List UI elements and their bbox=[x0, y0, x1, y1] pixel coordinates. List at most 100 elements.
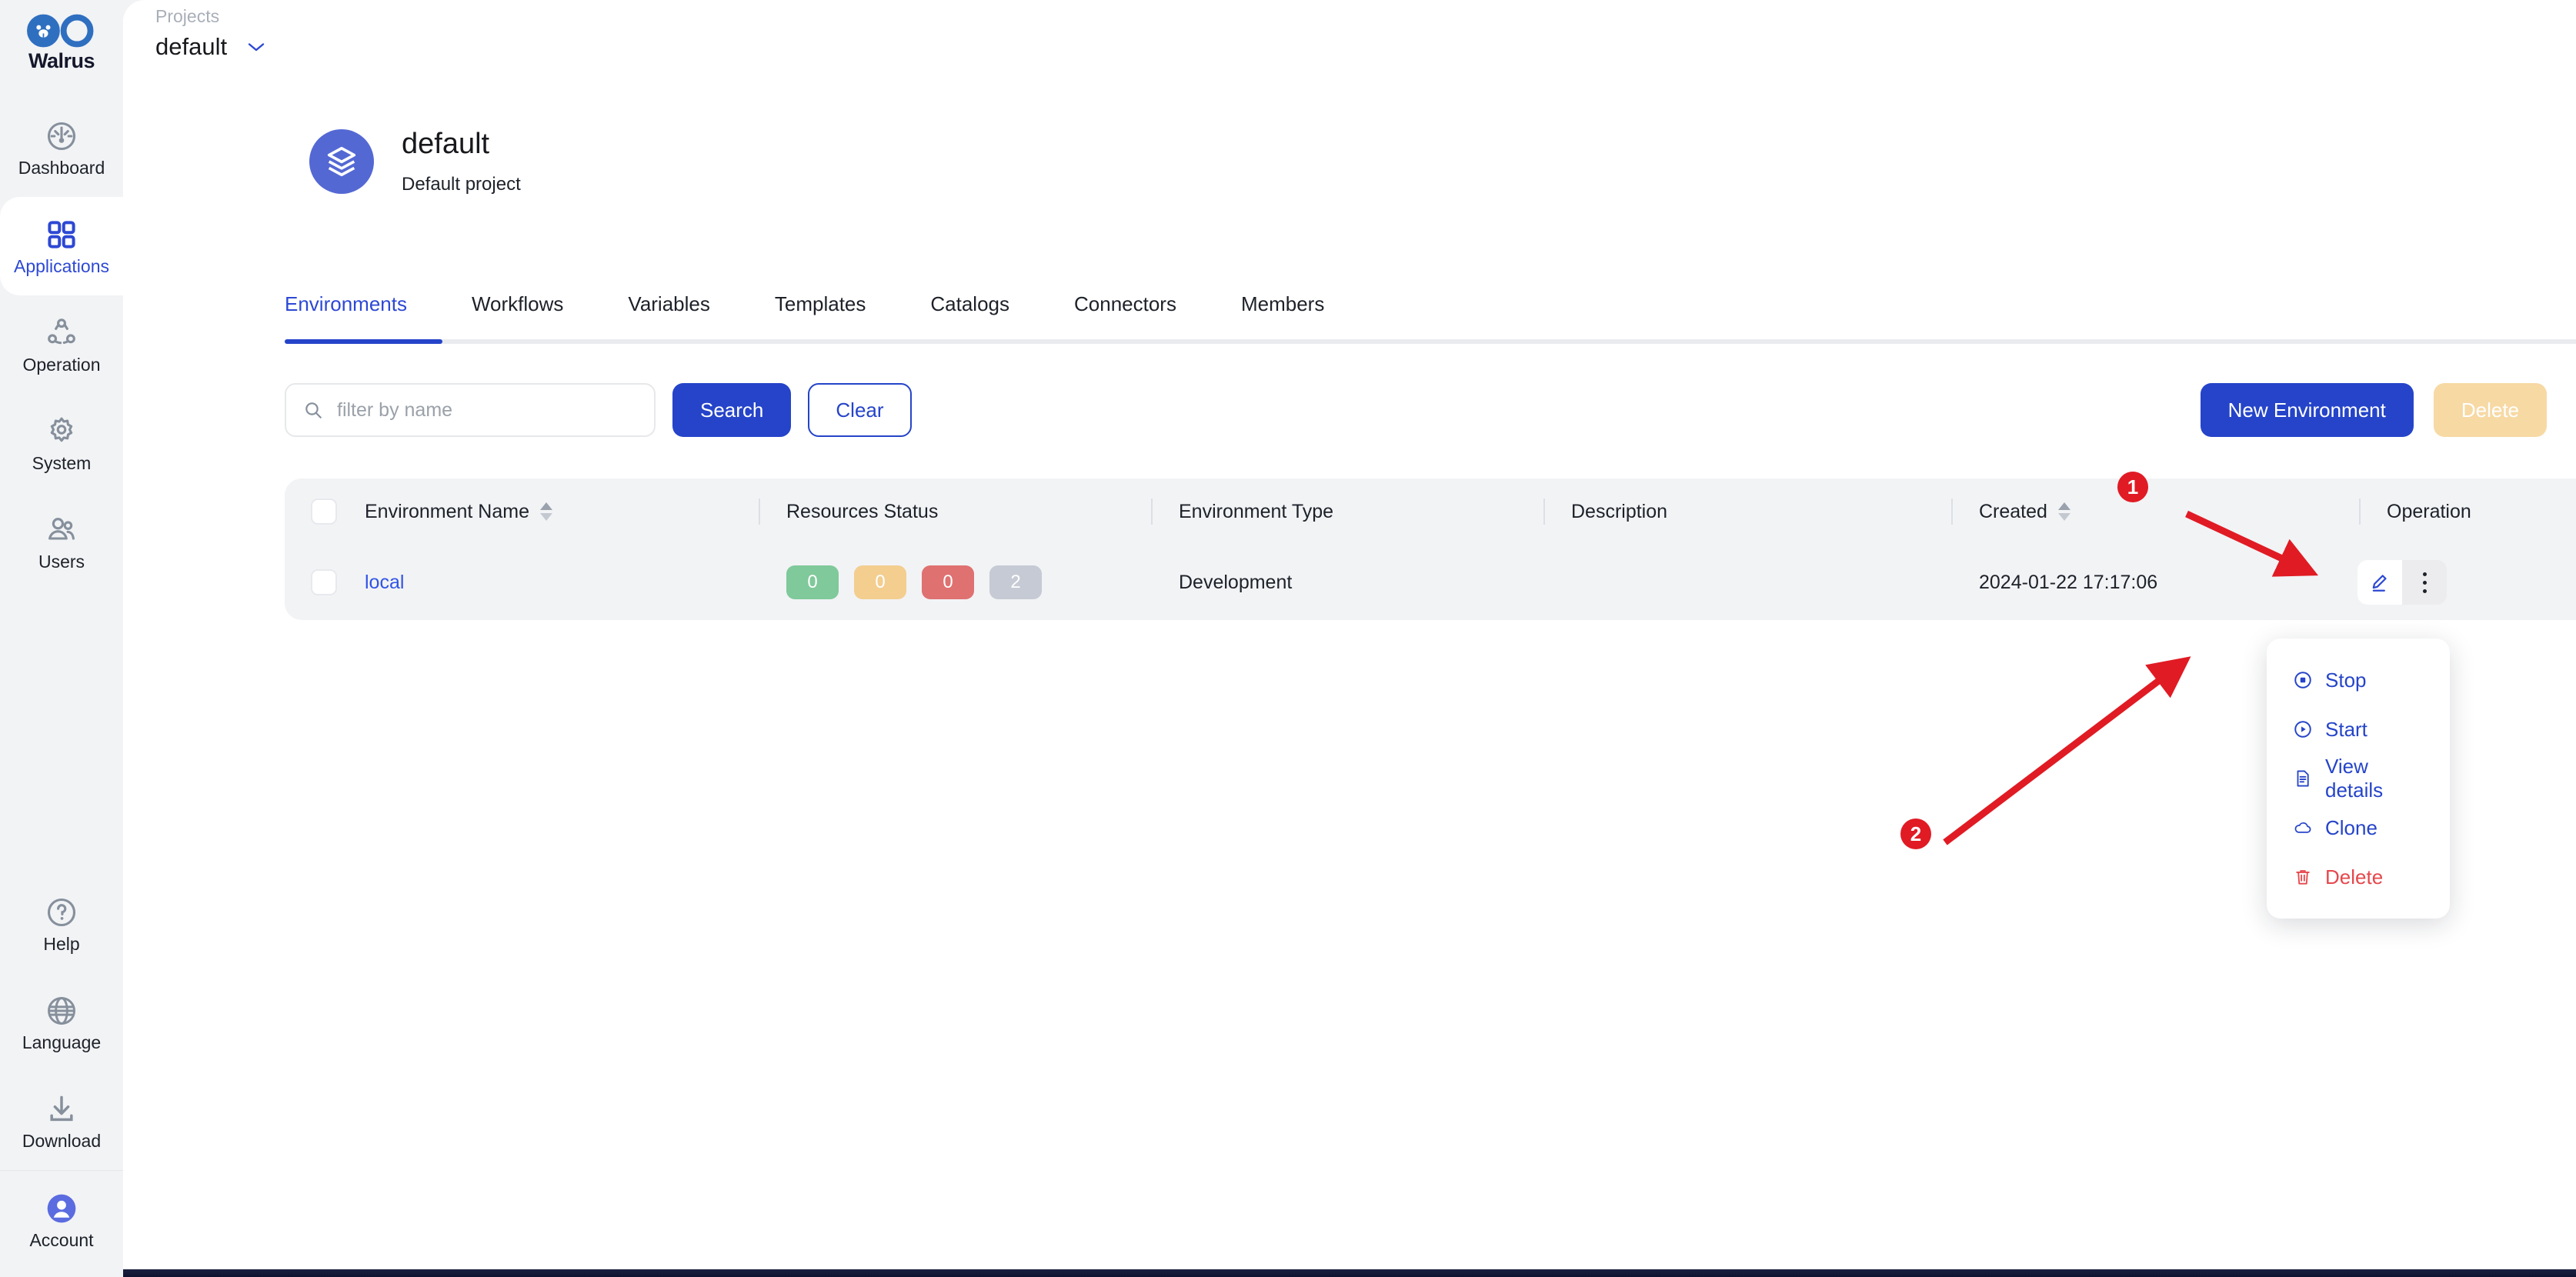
sidebar-item-operation[interactable]: Operation bbox=[0, 295, 123, 394]
page-title: default bbox=[402, 128, 490, 160]
status-badge-error: 0 bbox=[922, 565, 974, 599]
created-value: 2024-01-22 17:17:06 bbox=[1979, 571, 2158, 593]
sidebar-item-label: Applications bbox=[13, 255, 110, 276]
sidebar-item-system[interactable]: System bbox=[0, 394, 123, 492]
status-badge-running: 0 bbox=[786, 565, 839, 599]
sort-toggle-icon[interactable] bbox=[2057, 502, 2070, 521]
sidebar-item-label: Account bbox=[29, 1229, 94, 1250]
account-avatar-icon bbox=[47, 1194, 76, 1222]
more-actions-button[interactable] bbox=[2402, 560, 2447, 605]
brand-logo[interactable]: Walrus bbox=[0, 6, 123, 80]
column-operation: Operation bbox=[2359, 501, 2576, 523]
row-checkbox[interactable] bbox=[311, 569, 337, 595]
more-vertical-icon bbox=[2422, 572, 2427, 593]
status-badge-inactive: 2 bbox=[989, 565, 1042, 599]
column-header-label: Resources Status bbox=[786, 500, 939, 522]
question-circle-icon bbox=[47, 898, 76, 926]
sidebar-item-help[interactable]: Help bbox=[0, 875, 123, 973]
tab-variables[interactable]: Variables bbox=[628, 292, 709, 339]
search-input[interactable] bbox=[337, 398, 637, 422]
play-circle-icon bbox=[2294, 721, 2311, 738]
menu-item-label: Start bbox=[2325, 717, 2367, 741]
tabs: Environments Workflows Variables Templat… bbox=[285, 292, 2576, 344]
column-header-label: Environment Name bbox=[365, 500, 529, 522]
users-icon bbox=[48, 517, 75, 540]
download-icon bbox=[50, 1095, 73, 1121]
status-badge-warning: 0 bbox=[854, 565, 906, 599]
tab-connectors[interactable]: Connectors bbox=[1074, 292, 1176, 339]
sidebar-item-download[interactable]: Download bbox=[0, 1072, 123, 1170]
sidebar: Walrus Dashboard Applications Operation … bbox=[0, 0, 123, 1277]
tab-environments[interactable]: Environments bbox=[285, 292, 407, 339]
column-created[interactable]: Created bbox=[1951, 501, 2359, 523]
sidebar-item-label: Operation bbox=[22, 354, 101, 375]
app-root: Walrus Dashboard Applications Operation … bbox=[0, 0, 2576, 1277]
sidebar-item-language[interactable]: Language bbox=[0, 973, 123, 1072]
column-resources-status: Resources Status bbox=[759, 501, 1151, 523]
operation-icon bbox=[48, 318, 75, 344]
page-subtitle: Default project bbox=[402, 174, 521, 195]
column-header-label: Operation bbox=[2387, 500, 2471, 522]
environments-table: Environment Name Resources Status Enviro… bbox=[285, 478, 2576, 620]
breadcrumb: Projects default bbox=[155, 8, 265, 58]
row-operations bbox=[2357, 560, 2447, 605]
walrus-infinity-icon bbox=[27, 14, 94, 47]
pencil-icon bbox=[2372, 575, 2387, 592]
menu-item-start[interactable]: Start bbox=[2267, 705, 2450, 754]
cell-environment-type: Development bbox=[1151, 572, 1543, 594]
sidebar-item-label: Dashboard bbox=[18, 157, 105, 178]
sidebar-item-label: Language bbox=[22, 1032, 102, 1052]
select-all-cell bbox=[297, 498, 351, 525]
sidebar-item-label: System bbox=[32, 452, 92, 473]
tab-catalogs[interactable]: Catalogs bbox=[930, 292, 1009, 339]
stop-circle-icon bbox=[2294, 672, 2311, 689]
tab-workflows[interactable]: Workflows bbox=[472, 292, 563, 339]
globe-icon bbox=[48, 996, 75, 1025]
column-environment-name[interactable]: Environment Name bbox=[351, 501, 759, 523]
row-context-menu: Stop Start View details Clone Delete bbox=[2267, 638, 2450, 919]
edit-button[interactable] bbox=[2357, 560, 2402, 605]
tab-templates[interactable]: Templates bbox=[775, 292, 866, 339]
menu-item-clone[interactable]: Clone bbox=[2267, 803, 2450, 852]
table-header-row: Environment Name Resources Status Enviro… bbox=[285, 478, 2576, 545]
menu-item-stop[interactable]: Stop bbox=[2267, 655, 2450, 705]
sort-toggle-icon[interactable] bbox=[539, 502, 552, 521]
column-header-label: Description bbox=[1571, 500, 1668, 522]
gear-icon bbox=[50, 417, 73, 442]
tab-members[interactable]: Members bbox=[1241, 292, 1324, 339]
avatar bbox=[309, 129, 374, 194]
dashboard-icon bbox=[47, 122, 76, 150]
sidebar-item-label: Users bbox=[38, 551, 85, 572]
menu-item-label: Clone bbox=[2325, 815, 2377, 839]
column-header-label: Created bbox=[1979, 500, 2047, 522]
sidebar-item-label: Download bbox=[22, 1130, 102, 1151]
document-icon bbox=[2297, 770, 2309, 787]
chevron-down-icon bbox=[248, 42, 265, 51]
clear-button[interactable]: Clear bbox=[808, 383, 912, 437]
trash-icon bbox=[2296, 870, 2310, 885]
sidebar-item-applications[interactable]: Applications bbox=[0, 197, 123, 295]
sidebar-item-account[interactable]: Account bbox=[0, 1171, 123, 1269]
select-all-checkbox[interactable] bbox=[311, 498, 337, 525]
search-icon bbox=[305, 402, 322, 418]
sidebar-nav: Dashboard Applications Operation System … bbox=[0, 98, 123, 591]
sidebar-item-dashboard[interactable]: Dashboard bbox=[0, 98, 123, 197]
delete-button[interactable]: Delete bbox=[2433, 383, 2547, 437]
filter-toolbar: Search Clear bbox=[285, 383, 912, 437]
tabs-underline bbox=[285, 339, 2576, 344]
new-environment-button[interactable]: New Environment bbox=[2200, 383, 2414, 437]
tab-active-indicator bbox=[285, 339, 442, 344]
menu-item-delete[interactable]: Delete bbox=[2267, 852, 2450, 902]
cell-environment-name: local bbox=[351, 572, 759, 594]
menu-item-label: Delete bbox=[2325, 865, 2384, 889]
sidebar-item-users[interactable]: Users bbox=[0, 492, 123, 591]
column-environment-type: Environment Type bbox=[1151, 501, 1543, 523]
search-button[interactable]: Search bbox=[672, 383, 792, 437]
project-selector[interactable]: default bbox=[155, 35, 265, 58]
cloud-icon bbox=[2294, 822, 2311, 833]
menu-item-view-details[interactable]: View details bbox=[2267, 754, 2450, 803]
cell-resources-status: 0 0 0 2 bbox=[759, 565, 1151, 599]
search-field[interactable] bbox=[285, 383, 656, 437]
table-row: local 0 0 0 2 Development 2024-01-22 17:… bbox=[285, 545, 2576, 620]
environment-link[interactable]: local bbox=[365, 572, 404, 594]
